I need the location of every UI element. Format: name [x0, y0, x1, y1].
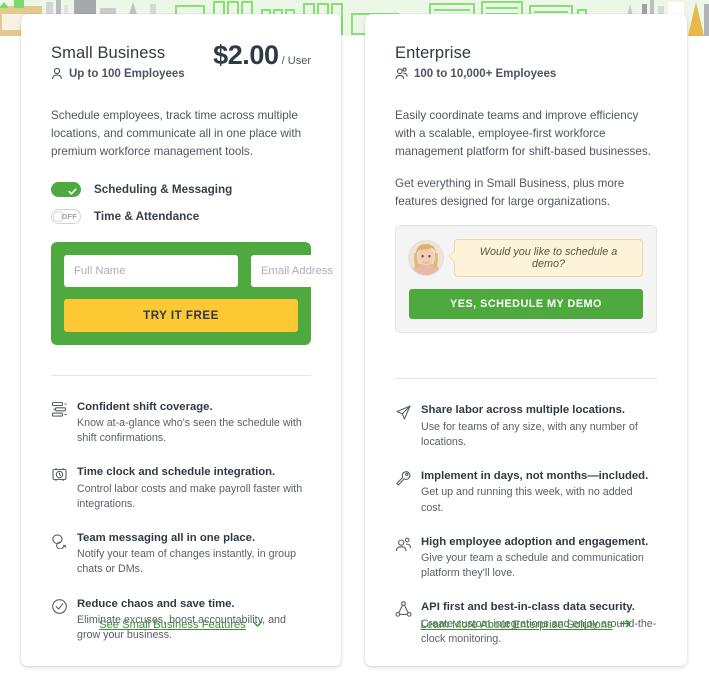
paper-plane-icon [395, 403, 421, 450]
signup-form: TRY IT FREE [51, 241, 341, 345]
feature-description: Give your team a schedule and communicat… [421, 551, 644, 580]
avatar-illustration [409, 241, 443, 276]
feature-item: High employee adoption and engagement. G… [395, 535, 657, 582]
feature-description: Use for teams of any size, with any numb… [421, 420, 638, 448]
enterprise-feature-list: Share labor across multiple locations. U… [395, 403, 657, 647]
time-attendance-toggle[interactable]: OFF [51, 208, 81, 224]
pricing-page: Small Business Up to 100 Employees $2.00… [0, 0, 709, 690]
demo-prompt-row: Would you like to schedule a demo? [409, 239, 643, 278]
demo-speech-bubble: Would you like to schedule a demo? [448, 239, 643, 278]
price-amount: $2.00 [213, 40, 279, 70]
feature-title: Time clock and schedule integration. [77, 466, 276, 479]
feature-title: Share labor across multiple locations. [421, 404, 626, 417]
feature-description: Know at-a-glance who's seen the schedule… [77, 416, 302, 445]
enterprise-card-content: Enterprise 100 to 10,000+ Employees Easi… [365, 14, 687, 647]
enterprise-plan-title: Enterprise [395, 44, 472, 62]
small-business-employee-range-label: Up to 100 Employees [69, 67, 185, 80]
user-icon [51, 67, 63, 80]
feature-title: Reduce chaos and save time. [77, 597, 235, 610]
small-business-feature-toggles: Scheduling & Messaging OFF Time & Attend… [51, 178, 311, 228]
feature-text: High employee adoption and engagement. G… [421, 535, 657, 582]
feature-title: Implement in days, not months—included. [421, 470, 649, 483]
see-small-business-features-label: See Small Business Features [99, 619, 246, 631]
shift-coverage-icon [51, 400, 77, 447]
feature-text: Team messaging all in one place. Notify … [77, 531, 311, 578]
toggle-row-time-attendance[interactable]: OFF Time & Attendance [51, 205, 311, 228]
enterprise-description-1: Easily coordinate teams and improve effi… [395, 109, 651, 158]
toggle-row-scheduling[interactable]: Scheduling & Messaging [51, 178, 311, 201]
learn-more-enterprise-label: Learn More About Enterprise Solutions [420, 619, 613, 631]
chat-bubbles-icon [51, 531, 77, 578]
enterprise-employee-range-label: 100 to 10,000+ Employees [414, 67, 557, 80]
feature-text: Time clock and schedule integration. Con… [77, 465, 311, 512]
arrow-right-icon [618, 619, 632, 631]
see-small-business-features-link[interactable]: See Small Business Features [99, 619, 263, 631]
signup-fields-row [64, 254, 341, 287]
feature-item: Team messaging all in one place. Notify … [51, 531, 311, 578]
small-business-divider [51, 374, 311, 376]
feature-item: Confident shift coverage. Know at-a-glan… [51, 400, 311, 447]
full-name-input[interactable] [64, 254, 238, 287]
time-attendance-label: Time & Attendance [94, 209, 200, 223]
schedule-demo-button[interactable]: YES, SCHEDULE MY DEMO [409, 289, 643, 320]
scheduling-messaging-label: Scheduling & Messaging [94, 182, 233, 196]
feature-description: Control labor costs and make payroll fas… [77, 482, 303, 510]
enterprise-header: Enterprise 100 to 10,000+ Employees [395, 44, 657, 90]
check-icon [67, 184, 78, 195]
small-business-price: $2.00 / User [213, 40, 311, 71]
small-business-header: Small Business Up to 100 Employees $2.00… [51, 40, 311, 90]
feature-text: Implement in days, not months—included. … [421, 469, 657, 516]
feature-text: Share labor across multiple locations. U… [421, 403, 657, 450]
scheduling-messaging-toggle[interactable] [51, 181, 81, 197]
feature-title: Confident shift coverage. [77, 400, 213, 413]
small-business-plan-card: Small Business Up to 100 Employees $2.00… [21, 14, 341, 666]
people-group-icon [395, 535, 421, 582]
feature-title: High employee adoption and engagement. [421, 535, 649, 548]
price-unit: / User [281, 55, 311, 67]
feature-item: Share labor across multiple locations. U… [395, 403, 657, 450]
schedule-demo-panel: Would you like to schedule a demo? YES, … [395, 225, 657, 334]
enterprise-employee-range: 100 to 10,000+ Employees [395, 67, 657, 80]
enterprise-divider [395, 378, 657, 380]
chevron-down-icon [252, 619, 263, 631]
feature-description: Notify your team of changes instantly, i… [77, 548, 297, 576]
time-clock-icon [51, 465, 77, 512]
feature-item: Time clock and schedule integration. Con… [51, 465, 311, 512]
small-business-feature-list: Confident shift coverage. Know at-a-glan… [51, 400, 311, 644]
feature-description: Get up and running this week, with no ad… [421, 486, 633, 514]
wrench-icon [395, 469, 421, 516]
users-group-icon [395, 67, 408, 80]
feature-title: Team messaging all in one place. [77, 531, 256, 544]
try-it-free-button[interactable]: TRY IT FREE [64, 298, 298, 332]
small-business-description: Schedule employees, track time across mu… [51, 109, 302, 158]
feature-item: Implement in days, not months—included. … [395, 469, 657, 516]
demo-bubble-text: Would you like to schedule a demo? [479, 246, 618, 271]
feature-text: Confident shift coverage. Know at-a-glan… [77, 400, 311, 447]
email-address-input[interactable] [251, 254, 341, 287]
enterprise-card-footer: Learn More About Enterprise Solutions [365, 615, 687, 633]
learn-more-enterprise-link[interactable]: Learn More About Enterprise Solutions [420, 619, 631, 631]
small-business-card-footer: See Small Business Features [21, 615, 341, 633]
small-business-card-content: Small Business Up to 100 Employees $2.00… [21, 14, 341, 643]
enterprise-description-2: Get everything in Small Business, plus m… [395, 176, 625, 208]
agent-avatar [409, 241, 443, 276]
toggle-off-label: OFF [61, 211, 77, 221]
enterprise-plan-card: Enterprise 100 to 10,000+ Employees Easi… [365, 14, 687, 666]
feature-title: API first and best-in-class data securit… [421, 601, 635, 614]
